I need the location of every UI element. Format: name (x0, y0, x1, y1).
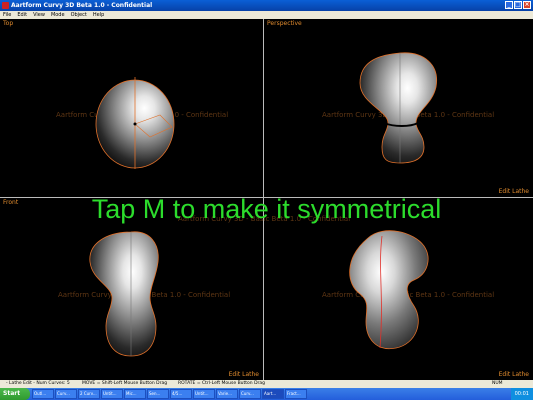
menu-view[interactable]: View (30, 11, 48, 19)
viewport-top[interactable]: Top Aartform Curvy 3D - Basic Beta 1.0 -… (0, 19, 263, 197)
task-button[interactable]: Fract... (285, 389, 307, 399)
task-button[interactable]: Varie... (216, 389, 238, 399)
task-button[interactable]: Curv... (55, 389, 77, 399)
task-button-active[interactable]: Aart... (262, 389, 284, 399)
status-mode: - Lathe Edit - Num Curves: 5 (6, 381, 70, 386)
status-num: NUM (492, 381, 503, 386)
title-bar: Aartform Curvy 3D Beta 1.0 - Confidentia… (0, 0, 533, 11)
viewport-area[interactable]: Top Aartform Curvy 3D - Basic Beta 1.0 -… (0, 19, 533, 380)
side-view-object[interactable] (264, 198, 533, 380)
front-view-object[interactable] (0, 198, 263, 380)
perspective-object[interactable] (264, 19, 533, 197)
task-button[interactable]: Outl... (32, 389, 54, 399)
start-button[interactable]: Start (0, 388, 30, 400)
task-button[interactable]: Untit... (193, 389, 215, 399)
viewport-perspective[interactable]: Perspective Aartform Curvy 3D - Basic Be… (264, 19, 533, 197)
task-button[interactable]: 2 Curv... (78, 389, 100, 399)
menu-bar: File Edit View Mode Object Help (0, 11, 533, 19)
menu-help[interactable]: Help (90, 11, 107, 19)
menu-edit[interactable]: Edit (14, 11, 30, 19)
minimize-button[interactable]: _ (505, 1, 513, 9)
status-bar: - Lathe Edit - Num Curves: 5 MOVE = Shif… (0, 380, 533, 388)
task-button[interactable]: Curv... (239, 389, 261, 399)
window-title: Aartform Curvy 3D Beta 1.0 - Confidentia… (11, 2, 153, 9)
app-icon (2, 2, 9, 9)
overlay-caption: Tap M to make it symmetrical (91, 194, 442, 224)
task-button[interactable]: Mic... (124, 389, 146, 399)
task-button[interactable]: Untit... (101, 389, 123, 399)
status-rotate-hint: ROTATE = Ctrl-Left Mouse Button Drag (178, 381, 266, 386)
task-button[interactable]: 4/5... (170, 389, 192, 399)
taskbar: Start Outl... Curv... 2 Curv... Untit...… (0, 388, 533, 400)
viewport-front[interactable]: Front Aartform Curvy 3D - Basic Beta 1.0… (0, 198, 263, 380)
menu-mode[interactable]: Mode (48, 11, 68, 19)
menu-file[interactable]: File (0, 11, 14, 19)
menu-object[interactable]: Object (68, 11, 90, 19)
maximize-button[interactable]: □ (514, 1, 522, 9)
task-button[interactable]: Sen... (147, 389, 169, 399)
top-view-object[interactable] (0, 19, 263, 197)
status-move-hint: MOVE = Shift-Left Mouse Button Drag (82, 381, 168, 386)
close-button[interactable]: × (523, 1, 531, 9)
viewport-side[interactable]: Aartform Curvy 3D - Basic Beta 1.0 - Con… (264, 198, 533, 380)
system-tray-clock[interactable]: 00:01 (510, 388, 533, 400)
